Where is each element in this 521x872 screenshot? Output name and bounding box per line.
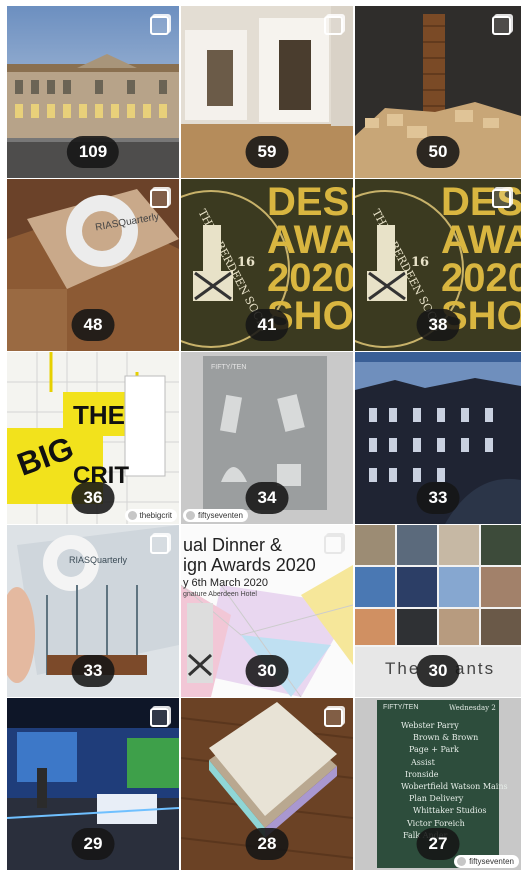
post-tile-10[interactable]: RIASQuarterly 33 <box>7 525 179 697</box>
magazine-title: RIASQuarterly <box>69 555 128 565</box>
multiple-photos-icon <box>150 16 169 35</box>
programme-item: Webster Parry <box>401 721 459 730</box>
post-tile-11[interactable]: ual Dinner & ign Awards 2020 y 6th March… <box>181 525 353 697</box>
credit-handle: thebigcrit <box>139 511 172 520</box>
avatar-icon <box>186 511 195 520</box>
programme-item: Wobertfield Watson Mains <box>401 782 508 792</box>
count-badge: 33 <box>71 655 115 687</box>
credit-tag: thebigcrit <box>124 509 177 522</box>
programme-item: Assist <box>411 757 435 767</box>
award-line-2: AWARD <box>267 218 353 262</box>
collage-title-end: ants <box>455 659 496 678</box>
award-line-3: 2020 <box>267 256 353 300</box>
post-tile-6[interactable]: DESIG AWARD 2020 SHORTL THE ABERDEEN SOC… <box>355 179 521 351</box>
programme-list: Webster Parry Brown & Brown Page + Park … <box>401 720 508 842</box>
post-tile-15[interactable]: FIFTY/TEN Wednesday 2 Webster Parry Brow… <box>355 698 521 870</box>
count-badge: 36 <box>71 482 115 514</box>
invite-line-3: y 6th March 2020 <box>183 577 268 589</box>
programme-item: Page + Park <box>409 745 459 755</box>
post-grid: 109 59 50 RIASQuarterly 48 DES AWA 2020 … <box>7 6 521 872</box>
programme-item: Victor Foreich <box>407 818 465 828</box>
poster-date: Wednesday 2 <box>449 704 496 712</box>
post-tile-1[interactable]: 109 <box>7 6 179 178</box>
post-tile-12[interactable]: The ants 30 <box>355 525 521 697</box>
count-badge: 38 <box>416 309 460 341</box>
count-badge: 48 <box>71 309 115 341</box>
count-badge: 109 <box>66 136 120 168</box>
multiple-photos-icon <box>150 708 169 727</box>
post-tile-5[interactable]: DESIG AWARD 2020 SHORTL THE ABERDEEN SOC… <box>181 179 353 351</box>
multiple-photos-icon <box>324 16 343 35</box>
multiple-photos-icon <box>324 535 343 554</box>
invite-line-2: ign Awards 2020 <box>183 555 316 575</box>
multiple-photos-icon <box>324 708 343 727</box>
count-badge: 34 <box>245 482 289 514</box>
multiple-photos-icon <box>150 189 169 208</box>
count-badge: 33 <box>416 482 460 514</box>
credit-handle: fiftyseventen <box>469 857 514 866</box>
post-tile-14[interactable]: 28 <box>181 698 353 870</box>
credit-handle: fiftyseventen <box>198 511 243 520</box>
crit-word-1: THE <box>73 400 125 430</box>
post-tile-2[interactable]: 59 <box>181 6 353 178</box>
poster-header: FIFTY/TEN <box>383 704 419 711</box>
avatar-icon <box>457 857 467 866</box>
avatar-icon <box>127 511 137 520</box>
count-badge: 28 <box>245 828 289 860</box>
collage-title-start: The <box>385 659 421 678</box>
programme-item: Whittaker Studios <box>413 806 487 816</box>
count-badge: 29 <box>71 828 115 860</box>
multiple-photos-icon <box>150 535 169 554</box>
count-badge: 27 <box>416 828 460 860</box>
count-badge: 30 <box>416 655 460 687</box>
multiple-photos-icon <box>492 189 511 208</box>
post-tile-9[interactable]: 33 <box>355 352 521 524</box>
credit-tag: fiftyseventen <box>183 509 248 522</box>
society-number: 16 <box>237 255 256 270</box>
credit-tag: fiftyseventen <box>454 855 519 868</box>
award-line-3: 2020 <box>441 256 521 300</box>
post-tile-13[interactable]: 29 <box>7 698 179 870</box>
count-badge: 59 <box>245 136 289 168</box>
count-badge: 30 <box>245 655 289 687</box>
post-tile-4[interactable]: RIASQuarterly 48 <box>7 179 179 351</box>
award-line-2: AWARD <box>441 218 521 262</box>
programme-item: Plan Delivery <box>409 794 464 804</box>
invite-line-1: ual Dinner & <box>183 535 283 555</box>
post-tile-8[interactable]: FIFTY/TEN fiftyseventen 34 <box>181 352 353 524</box>
programme-item: Ironside <box>405 769 439 779</box>
count-badge: 50 <box>416 136 460 168</box>
programme-item: Brown & Brown <box>413 733 479 743</box>
count-badge: 41 <box>245 309 289 341</box>
post-tile-7[interactable]: THE BIG CRIT thebigcrit 36 <box>7 352 179 524</box>
post-tile-3[interactable]: 50 <box>355 6 521 178</box>
society-number: 16 <box>411 255 430 270</box>
multiple-photos-icon <box>492 16 511 35</box>
invite-line-4: gnature Aberdeen Hotel <box>183 591 257 598</box>
award-line-1: DESIG <box>267 180 353 224</box>
poster-header: FIFTY/TEN <box>211 364 247 371</box>
